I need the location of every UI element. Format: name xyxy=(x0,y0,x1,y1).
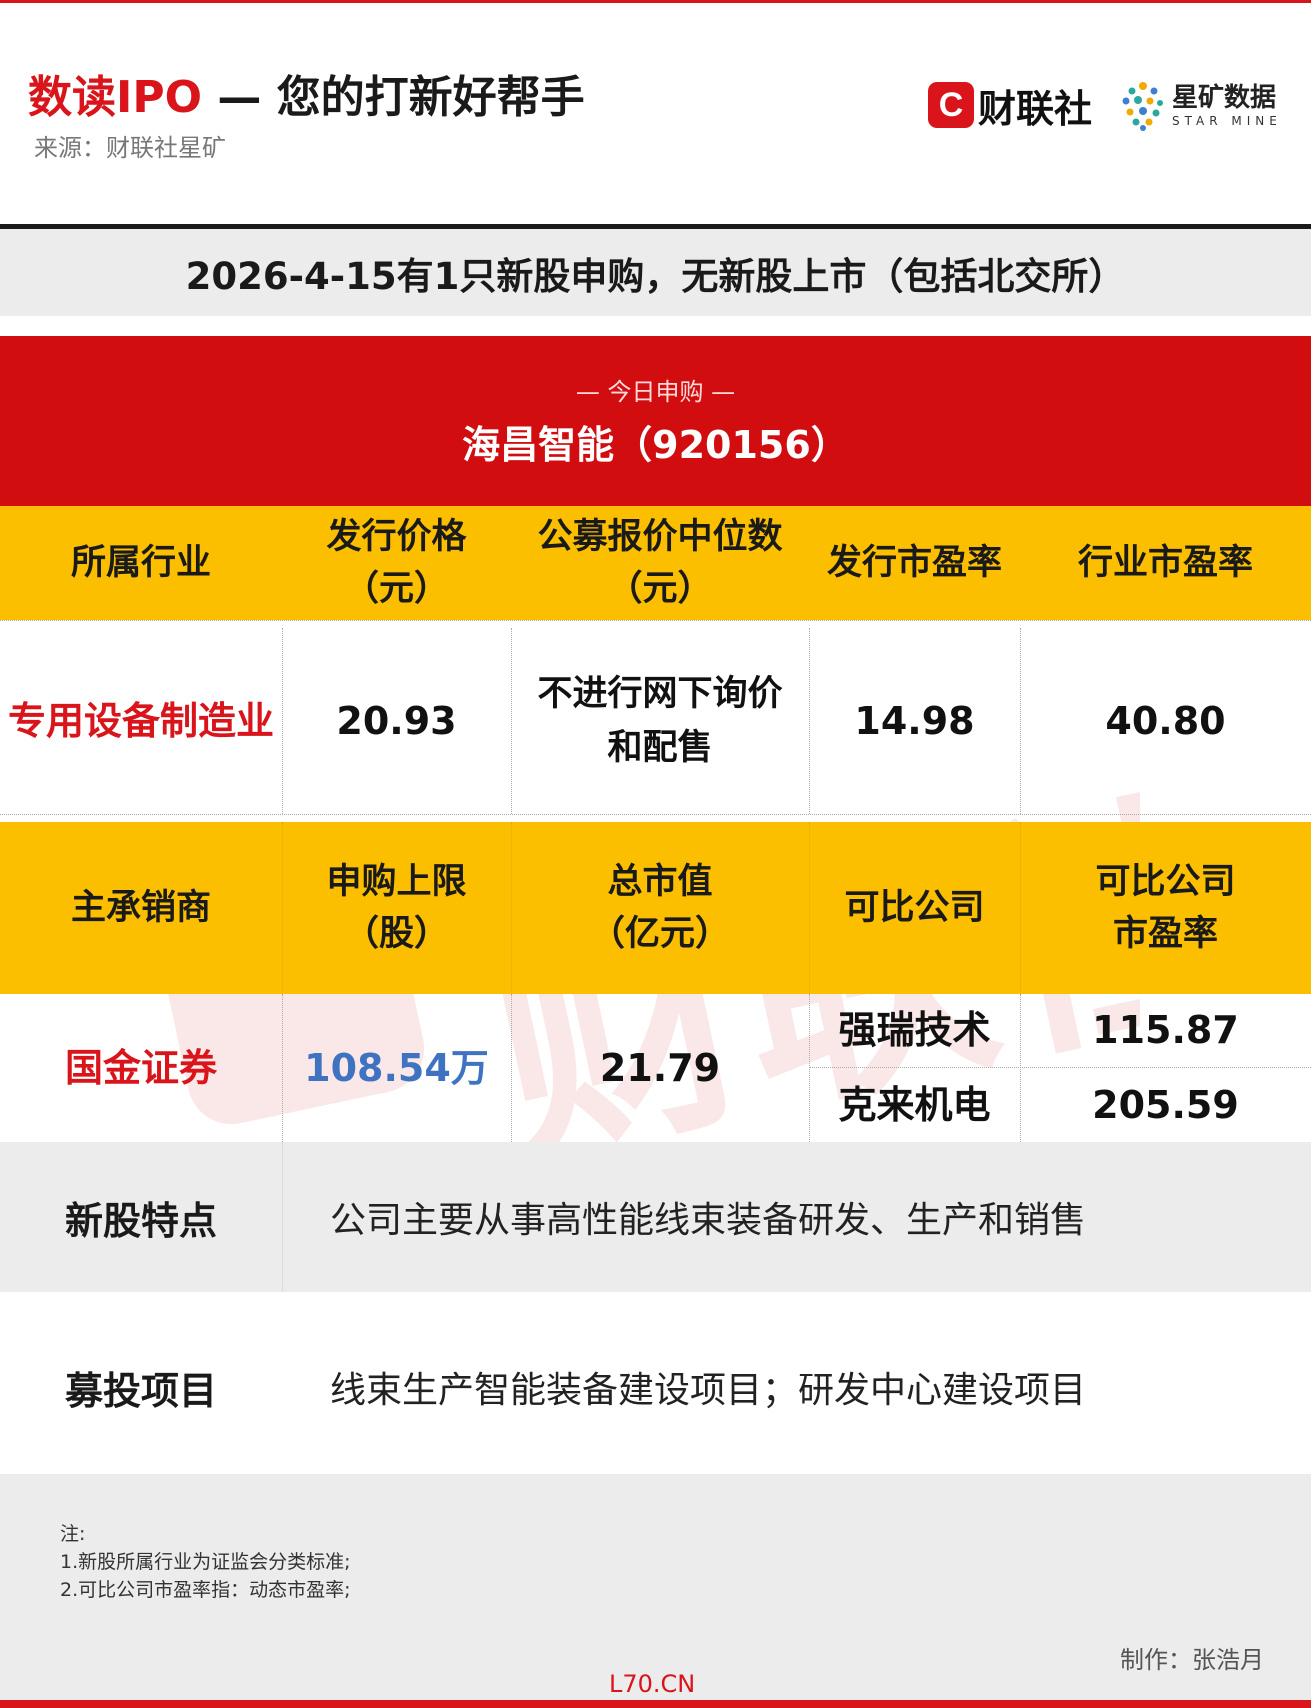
today-subscription-banner: — 今日申购 — 海昌智能（920156） xyxy=(0,336,1311,506)
td-market-cap: 21.79 xyxy=(599,1046,721,1090)
th-market-cap: 总市值 （亿元） xyxy=(511,822,809,994)
td-comparable-name: 强瑞技术 xyxy=(838,1008,991,1052)
td-comparable-pe: 115.87 xyxy=(1092,1008,1239,1052)
td-industry: 专用设备制造业 xyxy=(7,699,274,743)
col-divider xyxy=(282,628,283,814)
stock-name: 海昌智能（920156） xyxy=(462,423,849,467)
td-comparable-name: 克来机电 xyxy=(838,1083,991,1127)
col-divider xyxy=(511,628,512,814)
note-item: 2.可比公司市盈率指：动态市盈率; xyxy=(60,1579,351,1601)
title-brand: 数读IPO xyxy=(28,72,203,123)
banner-tag: — 今日申购 — xyxy=(575,378,736,406)
daily-summary: 2026-4-15有1只新股申购，无新股上市（包括北交所） xyxy=(0,229,1311,316)
notes: 注: 1.新股所属行业为证监会分类标准; 2.可比公司市盈率指：动态市盈率; xyxy=(60,1520,351,1604)
page-title: 数读IPO — 您的打新好帮手 xyxy=(28,68,585,128)
features-text: 公司主要从事高性能线束装备研发、生产和销售 xyxy=(330,1200,1087,1241)
td-subscription-limit: 108.54万 xyxy=(304,1046,489,1090)
td-underwriter: 国金证券 xyxy=(64,1046,217,1090)
td-issue-pe: 14.98 xyxy=(854,699,975,743)
col-divider xyxy=(1020,994,1021,1142)
col-divider xyxy=(1020,628,1021,814)
cls-logo: C 财联社 xyxy=(928,80,1093,131)
td-median-quote: 不进行网下询价 和配售 xyxy=(537,674,783,768)
source-label: 来源：财联社星矿 xyxy=(34,134,226,162)
col-divider xyxy=(809,994,810,1142)
th-median-quote: 公募报价中位数 （元） xyxy=(511,506,809,620)
th-industry-pe: 行业市盈率 xyxy=(1020,506,1311,620)
td-industry-pe: 40.80 xyxy=(1105,699,1226,743)
star-mine-en: STAR MINE xyxy=(1172,114,1282,128)
star-mine-dots-icon xyxy=(1122,82,1163,131)
col-divider xyxy=(282,822,283,994)
th-comparable-pe: 可比公司 市盈率 xyxy=(1020,822,1311,994)
col-divider xyxy=(1020,822,1021,994)
projects-label: 募投项目 xyxy=(64,1368,217,1413)
col-divider xyxy=(809,628,810,814)
row-divider xyxy=(0,814,1311,815)
td-issue-price: 20.93 xyxy=(336,699,457,743)
title-tagline: — 您的打新好帮手 xyxy=(202,72,585,123)
note-item: 1.新股所属行业为证监会分类标准; xyxy=(60,1551,351,1573)
th-industry: 所属行业 xyxy=(0,506,282,620)
author-credit: 制作：张浩月 xyxy=(1120,1646,1264,1674)
features-label: 新股特点 xyxy=(64,1198,217,1243)
th-subscription-limit: 申购上限 （股） xyxy=(282,822,511,994)
th-issue-price: 发行价格 （元） xyxy=(282,506,511,620)
col-divider xyxy=(511,822,512,994)
td-comparable-pe: 205.59 xyxy=(1092,1083,1239,1127)
th-comparable-company: 可比公司 xyxy=(809,822,1020,994)
col-divider xyxy=(809,822,810,994)
bottom-accent-line xyxy=(0,1700,1311,1708)
projects-text: 线束生产智能装备建设项目；研发中心建设项目 xyxy=(330,1370,1087,1411)
star-mine-logo: 星矿数据 STAR MINE xyxy=(1120,76,1282,136)
top-accent-line xyxy=(0,0,1311,3)
star-mine-cn: 星矿数据 xyxy=(1172,83,1277,113)
cls-logo-icon: C xyxy=(928,82,974,128)
row-divider xyxy=(809,1067,1311,1068)
site-watermark: L70.CN xyxy=(609,1670,696,1698)
cls-logo-text: 财联社 xyxy=(978,86,1093,131)
note-heading: 注: xyxy=(60,1523,86,1545)
col-divider xyxy=(282,994,283,1142)
col-divider xyxy=(511,994,512,1142)
th-issue-pe: 发行市盈率 xyxy=(809,506,1020,620)
row-divider xyxy=(0,620,1311,621)
th-underwriter: 主承销商 xyxy=(0,822,282,994)
